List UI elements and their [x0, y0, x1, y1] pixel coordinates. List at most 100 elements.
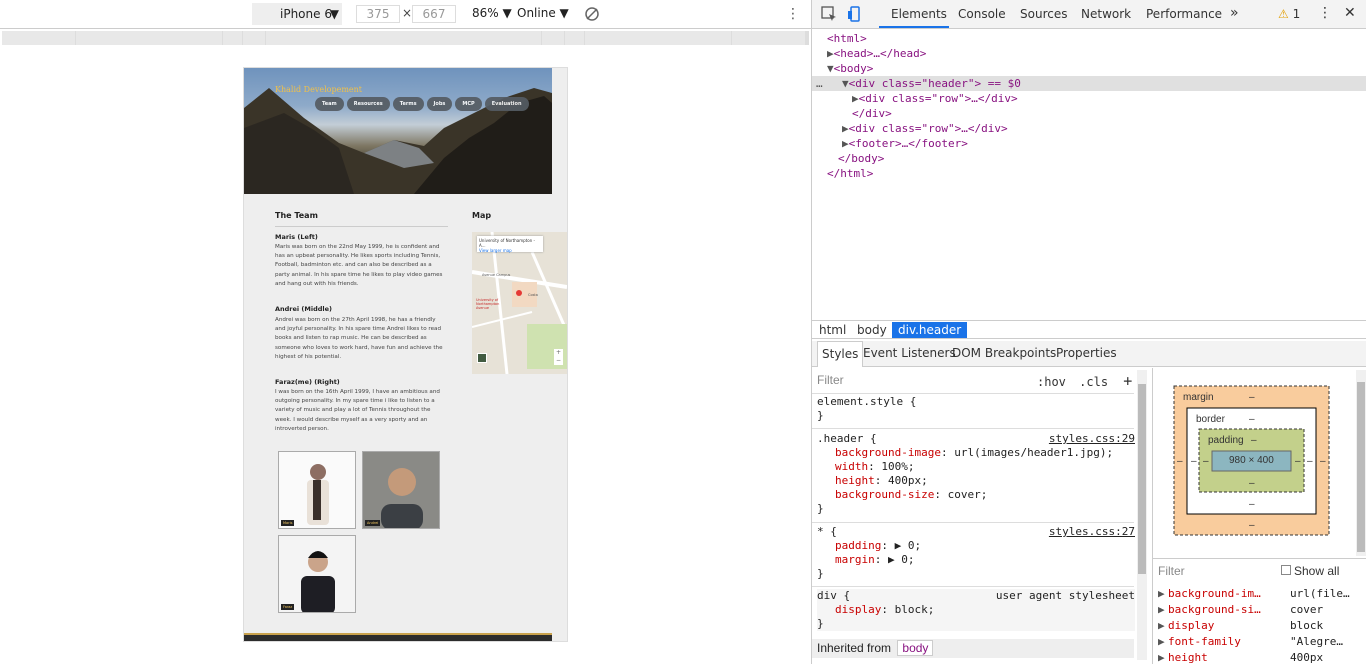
- inspect-element-icon[interactable]: [821, 6, 837, 22]
- nav-evaluation[interactable]: Evaluation: [484, 97, 529, 111]
- expand-arrow-icon[interactable]: ▶: [852, 92, 859, 105]
- dom-node[interactable]: ▶<head>…</head>: [812, 46, 1366, 61]
- map-larger-link[interactable]: View larger map: [479, 248, 541, 253]
- style-prop[interactable]: padding: ▶ 0;: [817, 539, 1135, 553]
- header-rule[interactable]: .header { styles.css:29 background-image…: [817, 432, 1135, 516]
- expand-arrow-icon[interactable]: ▶: [827, 47, 834, 60]
- device-select[interactable]: iPhone 6 ▼: [252, 3, 342, 25]
- expand-arrow-icon[interactable]: ▶: [1158, 619, 1165, 632]
- warnings-badge[interactable]: ⚠ 1: [1278, 7, 1300, 21]
- tab-elements[interactable]: Elements: [891, 7, 947, 21]
- nav-resources[interactable]: Resources: [346, 97, 390, 111]
- computed-row[interactable]: ▶ font-family "Alegre…: [1158, 635, 1363, 651]
- expand-arrow-icon[interactable]: ▼: [842, 77, 849, 90]
- inherited-element-link[interactable]: body: [897, 640, 934, 656]
- margin-bottom-value[interactable]: –: [1249, 520, 1255, 531]
- nav-team[interactable]: Team: [315, 97, 344, 111]
- dom-node[interactable]: ▶<div class="row">…</div>: [812, 121, 1366, 136]
- expand-arrow-icon[interactable]: ▶: [1158, 651, 1165, 664]
- margin-right-value[interactable]: –: [1320, 456, 1326, 467]
- media-query-bar[interactable]: [2, 31, 809, 45]
- style-prop[interactable]: background-image: url(images/header1.jpg…: [817, 446, 1135, 460]
- border-bottom-value[interactable]: –: [1249, 499, 1255, 510]
- padding-value[interactable]: –: [1251, 435, 1257, 446]
- subtab-event-listeners[interactable]: Event Listeners: [863, 346, 956, 360]
- map-satellite-toggle[interactable]: [477, 353, 487, 363]
- dom-node[interactable]: </body>: [812, 151, 1366, 166]
- scrollbar-thumb[interactable]: [1357, 382, 1365, 552]
- computed-filter-input[interactable]: Filter: [1158, 564, 1185, 578]
- subtab-properties[interactable]: Properties: [1056, 346, 1117, 360]
- expand-arrow-icon[interactable]: ▼: [827, 62, 834, 75]
- computed-row[interactable]: ▶ display block: [1158, 619, 1363, 635]
- margin-value[interactable]: –: [1249, 392, 1255, 403]
- width-input[interactable]: 375: [356, 5, 400, 23]
- close-icon[interactable]: ✕: [1344, 5, 1356, 21]
- computed-row[interactable]: ▶ background-si… cover: [1158, 603, 1363, 619]
- dom-node[interactable]: </html>: [812, 166, 1366, 181]
- dom-node[interactable]: </div>: [812, 106, 1366, 121]
- style-prop[interactable]: height: 400px;: [817, 474, 1135, 488]
- nav-terms[interactable]: Terms: [392, 97, 424, 111]
- padding-right-value[interactable]: –: [1295, 456, 1301, 467]
- settings-menu-icon[interactable]: ⋮: [1318, 5, 1332, 21]
- element-style-rule[interactable]: element.style { }: [817, 395, 1135, 423]
- border-value[interactable]: –: [1249, 414, 1255, 425]
- more-tabs-icon[interactable]: »: [1230, 5, 1239, 21]
- checkbox[interactable]: [1281, 565, 1291, 575]
- tab-console[interactable]: Console: [958, 7, 1006, 21]
- site-brand[interactable]: Khalid Developement: [275, 85, 362, 94]
- show-all-toggle[interactable]: Show all: [1281, 564, 1339, 578]
- padding-left-value[interactable]: –: [1203, 456, 1209, 467]
- rotate-icon[interactable]: [584, 6, 600, 22]
- rule-source-link[interactable]: styles.css:29: [1049, 432, 1135, 446]
- subtab-dom-breakpoints[interactable]: DOM Breakpoints: [952, 346, 1056, 360]
- nav-jobs[interactable]: Jobs: [426, 97, 453, 111]
- height-input[interactable]: 667: [412, 5, 456, 23]
- dom-node-selected[interactable]: … ▼<div class="header"> == $0: [812, 76, 1366, 91]
- border-right-value[interactable]: –: [1307, 456, 1313, 467]
- more-options-icon[interactable]: ⋮: [786, 6, 800, 22]
- rule-source-link[interactable]: styles.css:27: [1049, 525, 1135, 539]
- expand-arrow-icon[interactable]: ▶: [842, 137, 849, 150]
- embedded-map[interactable]: University of Northampton - A... View la…: [472, 232, 567, 374]
- zoom-select[interactable]: 86% ▼: [472, 6, 512, 20]
- computed-row[interactable]: ▶ height 400px: [1158, 651, 1363, 667]
- subtab-styles[interactable]: Styles: [817, 341, 864, 367]
- style-prop[interactable]: background-size: cover;: [817, 488, 1135, 502]
- add-rule-icon[interactable]: +: [1123, 372, 1132, 390]
- scrollbar-thumb[interactable]: [1138, 384, 1146, 574]
- device-toggle-icon[interactable]: [847, 6, 863, 22]
- nav-mcp[interactable]: MCP: [455, 97, 482, 111]
- map-zoom-control[interactable]: + −: [554, 349, 563, 365]
- padding-bottom-value[interactable]: –: [1249, 478, 1255, 489]
- tab-performance[interactable]: Performance: [1146, 7, 1222, 21]
- style-prop[interactable]: margin: ▶ 0;: [817, 553, 1135, 567]
- dom-node[interactable]: ▶<footer>…</footer>: [812, 136, 1366, 151]
- margin-left-value[interactable]: –: [1177, 456, 1183, 467]
- boxmodel-scrollbar[interactable]: [1356, 370, 1366, 556]
- hov-button[interactable]: :hov: [1037, 375, 1066, 389]
- map-pin-icon[interactable]: [516, 290, 522, 296]
- throttle-select[interactable]: Online ▼: [517, 6, 569, 20]
- style-prop[interactable]: width: 100%;: [817, 460, 1135, 474]
- styles-filter-input[interactable]: Filter: [817, 373, 844, 387]
- cls-button[interactable]: .cls: [1079, 375, 1108, 389]
- crumb-div-header[interactable]: div.header: [892, 322, 968, 338]
- expand-arrow-icon[interactable]: ▶: [1158, 587, 1165, 600]
- dom-node[interactable]: <html>: [812, 31, 1366, 46]
- expand-arrow-icon[interactable]: ▶: [842, 122, 849, 135]
- expand-arrow-icon[interactable]: ▶: [1158, 603, 1165, 616]
- universal-rule[interactable]: * { styles.css:27 padding: ▶ 0; margin: …: [817, 525, 1135, 581]
- computed-row[interactable]: ▶ background-im… url(file…: [1158, 587, 1363, 603]
- styles-scrollbar[interactable]: [1137, 370, 1147, 660]
- div-ua-rule[interactable]: div { user agent stylesheet display: blo…: [817, 589, 1135, 631]
- crumb-html[interactable]: html: [813, 322, 852, 338]
- expand-arrow-icon[interactable]: ▶: [1158, 635, 1165, 648]
- dom-node[interactable]: ▼<body>: [812, 61, 1366, 76]
- crumb-body[interactable]: body: [851, 322, 893, 338]
- tab-sources[interactable]: Sources: [1020, 7, 1067, 21]
- border-left-value[interactable]: –: [1191, 456, 1197, 467]
- content-size[interactable]: 980 × 400: [1229, 455, 1274, 466]
- tab-network[interactable]: Network: [1081, 7, 1131, 21]
